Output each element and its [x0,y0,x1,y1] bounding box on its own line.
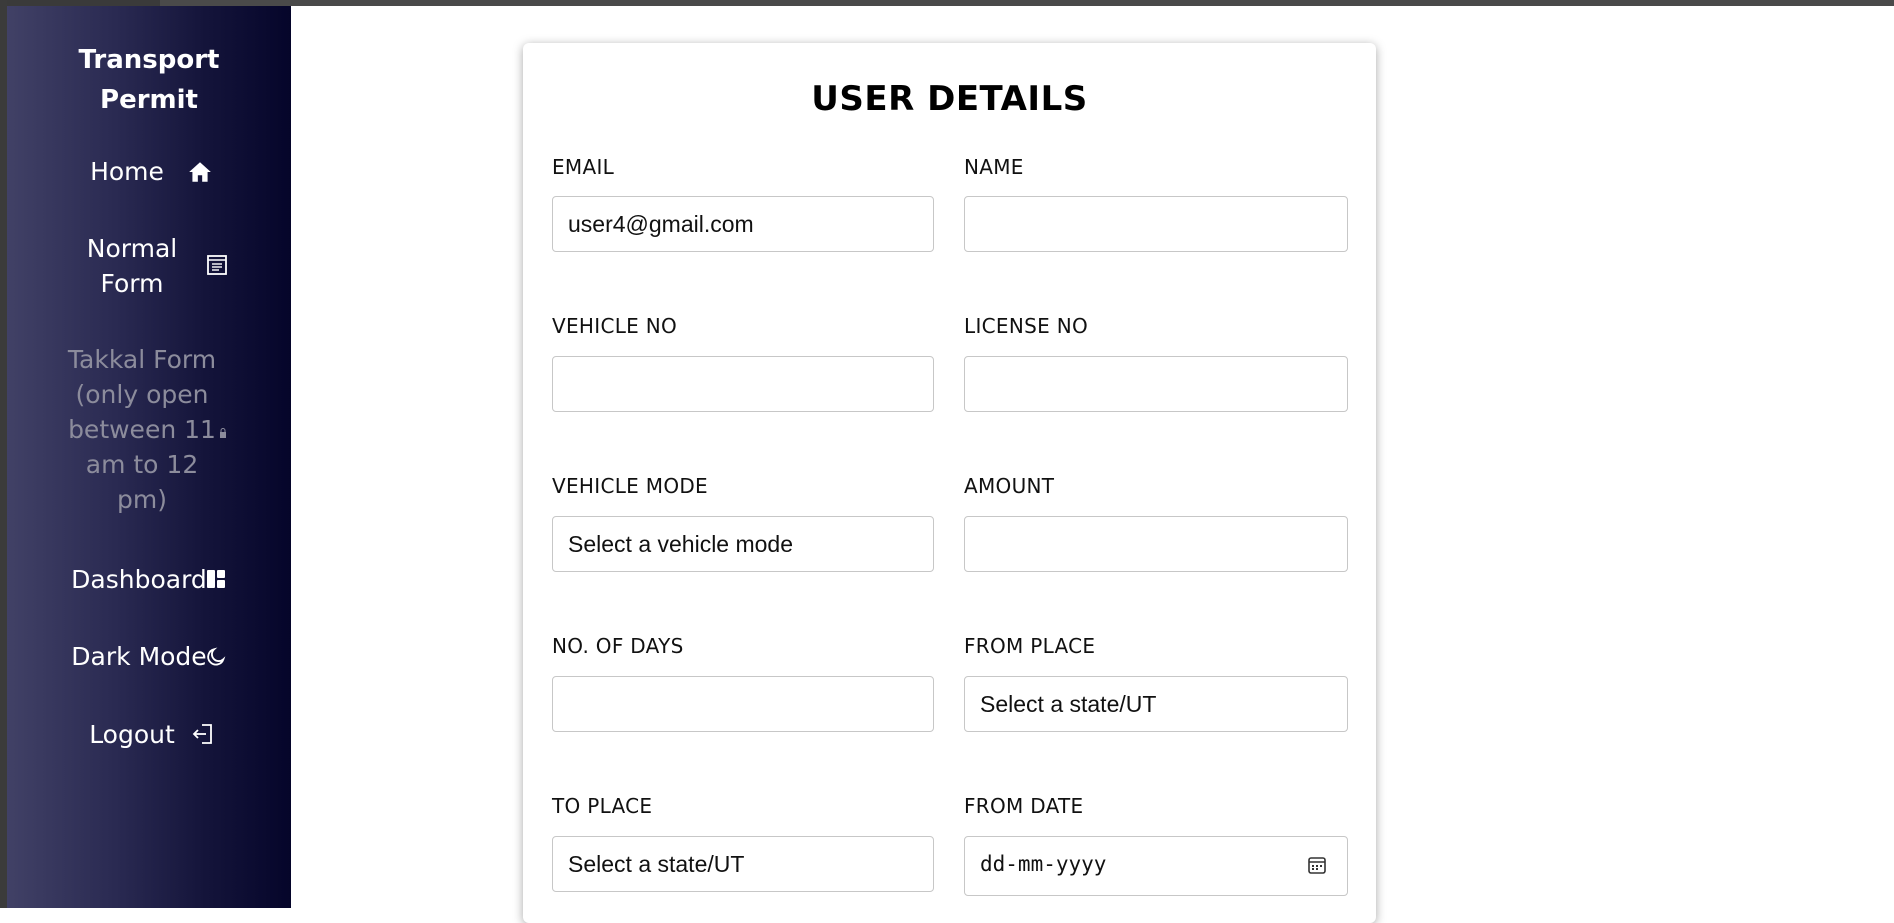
no-of-days-field[interactable] [552,676,934,732]
from-date-field[interactable]: dd-mm-yyyy [964,836,1348,896]
calendar-icon[interactable] [1307,855,1327,875]
to-place-select[interactable]: Select a state/UT [552,836,934,892]
sidebar-item-home[interactable]: Home [7,154,291,194]
form-icon [207,255,227,275]
sidebar-item-label: Dark Mode [71,642,207,671]
name-label: NAME [964,155,1024,179]
form-title: USER DETAILS [811,79,1088,119]
lock-icon [220,428,226,438]
vehicle-mode-label: VEHICLE MODE [552,474,708,498]
label-line: Takkal Form [67,345,217,374]
label-line: am to 12 [85,450,199,479]
brand-line-1: Transport [78,45,220,75]
from-place-select[interactable]: Select a state/UT [964,676,1348,732]
moon-icon [207,647,226,666]
sidebar-item-label: Logout [89,720,175,749]
sidebar-item-logout[interactable]: Logout [7,717,291,757]
date-placeholder: dd-mm-yyyy [980,852,1107,876]
app-brand[interactable]: Transport Permit [7,40,291,120]
dashboard-icon [207,570,225,588]
amount-label: AMOUNT [964,474,1055,498]
label-line: pm) [117,485,167,514]
browser-top-strip [160,0,1894,6]
license-no-field[interactable] [964,356,1348,412]
user-details-card: USER DETAILS EMAIL user4@gmail.com NAME … [523,43,1376,923]
label-line: between 11 [68,415,216,444]
sidebar-item-takkal-form: Takkal Form (only open between 11 am to … [7,342,291,522]
sidebar-item-normal-form[interactable]: Normal Form [7,231,291,301]
label-line: Form [100,269,164,298]
sidebar-item-label: Home [90,157,164,186]
window-left-edge [0,0,7,908]
label-line: (only open [75,380,209,409]
sidebar-item-label: Normal Form [77,231,187,301]
email-label: EMAIL [552,155,615,179]
no-of-days-label: NO. OF DAYS [552,634,684,658]
vehicle-no-label: VEHICLE NO [552,314,678,338]
from-date-label: FROM DATE [964,794,1084,818]
sidebar-item-dark-mode[interactable]: Dark Mode [7,639,291,679]
name-field[interactable] [964,196,1348,252]
from-place-label: FROM PLACE [964,634,1096,658]
license-no-label: LICENSE NO [964,314,1088,338]
sidebar-item-dashboard[interactable]: Dashboard [7,562,291,602]
to-place-label: TO PLACE [552,794,653,818]
brand-line-2: Permit [100,85,198,115]
sidebar-item-label: Dashboard [71,565,207,594]
logout-icon [192,724,212,744]
amount-field[interactable] [964,516,1348,572]
vehicle-no-field[interactable] [552,356,934,412]
email-field[interactable]: user4@gmail.com [552,196,934,252]
sidebar-item-label: Takkal Form (only open between 11 am to … [62,342,222,517]
vehicle-mode-select[interactable]: Select a vehicle mode [552,516,934,572]
label-line: Normal [86,234,178,263]
home-icon [189,162,211,182]
sidebar: Transport Permit Home Normal Form Takkal… [7,6,291,908]
